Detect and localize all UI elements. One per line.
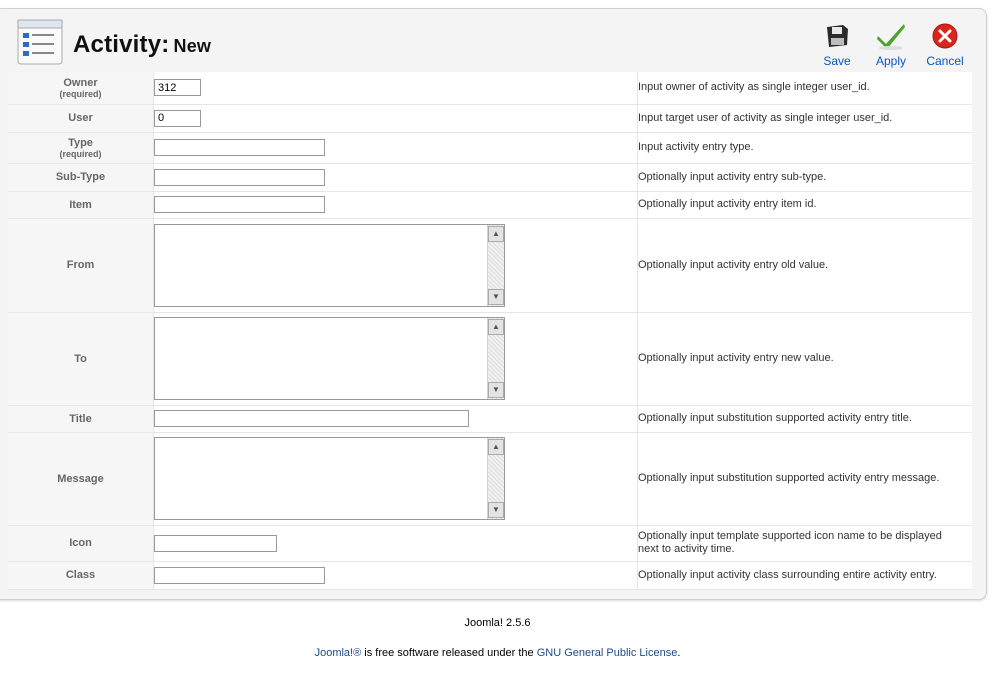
required-note: (required) xyxy=(59,88,102,99)
form-panel: Activity: New Save Apply Cancel Owner (r… xyxy=(0,8,987,600)
from-textarea[interactable]: ▲ ▼ xyxy=(154,223,505,307)
form-row-owner: Owner(required) Input owner of activity … xyxy=(8,72,972,105)
form-row-from: From ▲ ▼ Optionally input activity entry… xyxy=(8,218,972,313)
subtype-description: Optionally input activity entry sub-type… xyxy=(637,163,972,192)
form-row-title: Title Optionally input substitution supp… xyxy=(8,405,972,433)
owner-label: Owner xyxy=(63,76,98,89)
user-description: Input target user of activity as single … xyxy=(637,104,972,133)
scroll-up-arrow-icon[interactable]: ▲ xyxy=(488,319,504,335)
to-textarea[interactable]: ▲ ▼ xyxy=(154,317,505,400)
textarea-scrollbar[interactable]: ▲ ▼ xyxy=(487,318,504,399)
class-description: Optionally input activity class surround… xyxy=(637,561,972,590)
form-row-item: Item Optionally input activity entry ite… xyxy=(8,191,972,219)
subtype-input[interactable] xyxy=(154,168,325,186)
form-row-message: Message ▲ ▼ Optionally input substitutio… xyxy=(8,432,972,526)
scroll-down-arrow-icon[interactable]: ▼ xyxy=(488,382,504,398)
scroll-down-arrow-icon[interactable]: ▼ xyxy=(488,288,504,305)
joomla-link[interactable]: Joomla!® xyxy=(315,647,362,659)
class-input[interactable] xyxy=(154,566,325,584)
to-label: To xyxy=(8,312,154,406)
type-input[interactable] xyxy=(154,139,325,156)
message-label: Message xyxy=(8,432,154,526)
checkmark-icon xyxy=(864,21,918,51)
icon-input[interactable] xyxy=(154,534,277,552)
page-title-main: Activity: xyxy=(73,31,170,58)
from-label: From xyxy=(8,218,154,313)
footer-text: is free software released under the xyxy=(361,647,537,659)
page-title-sub: New xyxy=(173,36,212,56)
article-list-icon xyxy=(17,19,63,65)
user-input[interactable] xyxy=(154,109,201,127)
save-button[interactable]: Save xyxy=(810,21,864,68)
from-description: Optionally input activity entry old valu… xyxy=(637,218,972,313)
field-label: Type (required) xyxy=(8,132,154,164)
save-label: Save xyxy=(823,54,851,68)
field-label: Owner (required) xyxy=(8,72,154,105)
toolbar: Save Apply Cancel xyxy=(810,21,972,68)
footer-license: Joomla!® is free software released under… xyxy=(0,647,995,659)
form-row-subtype: Sub-Type Optionally input activity entry… xyxy=(8,163,972,192)
footer-text-end: . xyxy=(677,647,681,659)
textarea-scrollbar[interactable]: ▲ ▼ xyxy=(487,224,504,306)
item-input[interactable] xyxy=(154,196,325,213)
apply-button[interactable]: Apply xyxy=(864,21,918,68)
footer-version: Joomla! 2.5.6 xyxy=(464,617,531,629)
title-label: Title xyxy=(8,405,154,433)
cancel-label: Cancel xyxy=(926,54,964,68)
message-textarea[interactable]: ▲ ▼ xyxy=(154,437,505,520)
icon-description: Optionally input template supported icon… xyxy=(637,525,972,562)
textarea-scrollbar[interactable]: ▲ ▼ xyxy=(487,438,504,519)
scroll-up-arrow-icon[interactable]: ▲ xyxy=(488,439,504,455)
activity-form-table: Owner(required) Input owner of activity … xyxy=(8,72,972,590)
subtype-label: Sub-Type xyxy=(8,163,154,192)
owner-description: Input owner of activity as single intege… xyxy=(637,72,972,105)
form-row-class: Class Optionally input activity class su… xyxy=(8,561,972,590)
user-label: User xyxy=(8,104,154,133)
form-row-icon: Icon Optionally input template supported… xyxy=(8,525,972,562)
icon-label: Icon xyxy=(8,525,154,562)
scroll-up-arrow-icon[interactable]: ▲ xyxy=(488,225,504,242)
message-description: Optionally input substitution supported … xyxy=(637,432,972,526)
gpl-license-link[interactable]: GNU General Public License xyxy=(537,647,678,659)
item-label: Item xyxy=(8,191,154,219)
scroll-down-arrow-icon[interactable]: ▼ xyxy=(488,502,504,518)
form-row-type: Type (required) Input activity entry type… xyxy=(8,132,972,164)
title-input[interactable] xyxy=(154,410,469,427)
to-description: Optionally input activity entry new valu… xyxy=(637,312,972,406)
form-row-user: User Input target user of activity as si… xyxy=(8,104,972,133)
type-description: Input activity entry type. xyxy=(637,132,972,164)
required-note: (required) xyxy=(59,148,102,159)
cancel-x-icon xyxy=(918,21,972,51)
floppy-disk-icon xyxy=(810,21,864,51)
type-label: Type xyxy=(68,136,93,149)
class-label: Class xyxy=(8,561,154,590)
owner-input[interactable] xyxy=(154,79,201,97)
page-title: Activity: New xyxy=(73,31,211,59)
cancel-button[interactable]: Cancel xyxy=(918,21,972,68)
apply-label: Apply xyxy=(875,54,907,68)
toolbar-header: Activity: New Save Apply Cancel xyxy=(0,9,986,71)
title-description: Optionally input substitution supported … xyxy=(637,405,972,433)
form-row-to: To ▲ ▼ Optionally input activity entry n… xyxy=(8,312,972,406)
item-description: Optionally input activity entry item id. xyxy=(637,191,972,219)
